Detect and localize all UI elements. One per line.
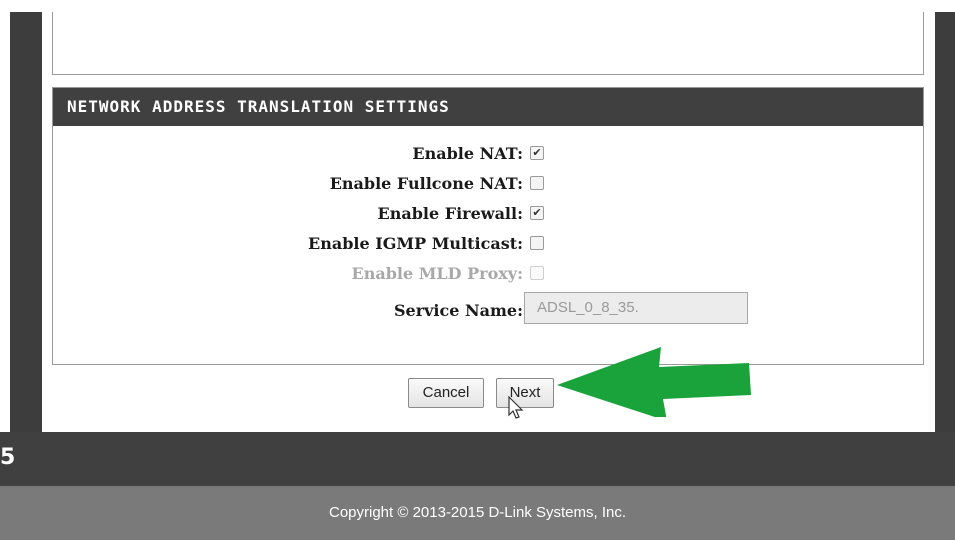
field-row-enable-firewall: Enable Firewall: ✔ (53, 200, 923, 230)
service-name-label: Service Name: (393, 301, 523, 320)
copyright-bar: Copyright © 2013-2015 D-Link Systems, In… (0, 486, 955, 540)
left-edge (0, 12, 10, 432)
left-sidebar-rail (10, 12, 42, 432)
next-button[interactable]: Next (496, 378, 554, 408)
nat-fields: Enable NAT: ✔ Enable Fullcone NAT: Enabl… (53, 140, 923, 332)
previous-section-box (52, 12, 924, 75)
enable-igmp-multicast-label: Enable IGMP Multicast: (308, 234, 523, 253)
check-icon: ✔ (532, 206, 542, 219)
enable-fullcone-nat-label: Enable Fullcone NAT: (329, 174, 523, 193)
footer-text-fragment: 5 (0, 445, 16, 470)
enable-nat-checkbox[interactable]: ✔ (530, 146, 544, 160)
check-icon: ✔ (532, 146, 542, 159)
section-title: NETWORK ADDRESS TRANSLATION SETTINGS (53, 88, 923, 126)
field-row-enable-mld-proxy: Enable MLD Proxy: (53, 260, 923, 290)
form-buttons: Cancel Next (42, 378, 935, 418)
copyright-text: Copyright © 2013-2015 D-Link Systems, In… (328, 504, 627, 521)
enable-firewall-label: Enable Firewall: (377, 204, 523, 223)
cancel-button[interactable]: Cancel (408, 378, 484, 408)
enable-igmp-multicast-checkbox[interactable] (530, 236, 544, 250)
enable-firewall-checkbox[interactable]: ✔ (530, 206, 544, 220)
nat-settings-section: NETWORK ADDRESS TRANSLATION SETTINGS Ena… (52, 87, 924, 365)
enable-mld-proxy-label: Enable MLD Proxy: (351, 264, 524, 283)
service-name-input[interactable]: ADSL_0_8_35. (524, 292, 748, 324)
enable-fullcone-nat-checkbox[interactable] (530, 176, 544, 190)
green-arrow-icon (557, 347, 751, 417)
footer-bar: 5 (0, 432, 955, 486)
field-row-enable-nat: Enable NAT: ✔ (53, 140, 923, 170)
right-sidebar-rail (935, 12, 955, 432)
main-content: NETWORK ADDRESS TRANSLATION SETTINGS Ena… (42, 12, 935, 432)
enable-nat-label: Enable NAT: (412, 144, 523, 163)
mouse-pointer-icon (508, 396, 524, 419)
field-row-enable-igmp-multicast: Enable IGMP Multicast: (53, 230, 923, 260)
field-row-service-name: Service Name: ADSL_0_8_35. (53, 292, 923, 332)
field-row-enable-fullcone-nat: Enable Fullcone NAT: (53, 170, 923, 200)
enable-mld-proxy-checkbox (530, 266, 544, 280)
